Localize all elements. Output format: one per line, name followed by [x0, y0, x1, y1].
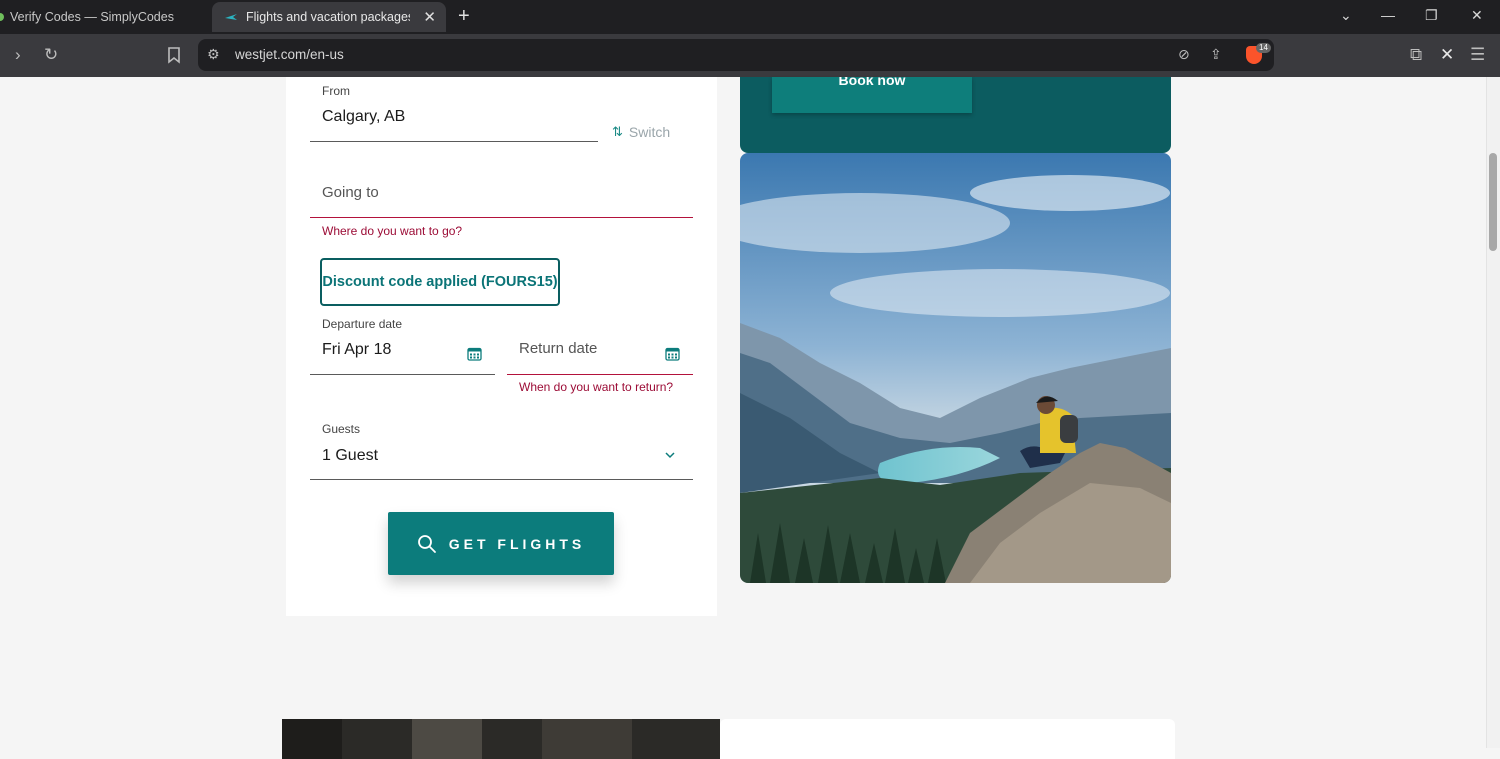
address-bar[interactable]: ⚙ westjet.com/en-us ⊘ ⇪ 14	[198, 39, 1274, 71]
from-label: From	[322, 84, 350, 98]
going-to-input[interactable]: Going to	[322, 184, 379, 201]
share-icon[interactable]: ⇪	[1210, 46, 1222, 63]
forward-icon[interactable]: ›	[15, 45, 21, 65]
browser-tab-bar: Verify Codes — SimplyCodes Flights and v…	[0, 0, 1500, 34]
tab-title: Flights and vacation packages |	[246, 10, 410, 24]
tab-title: Verify Codes — SimplyCodes	[10, 10, 174, 24]
return-underline	[507, 374, 693, 375]
restore-icon[interactable]: ❐	[1425, 7, 1438, 24]
tab-search-chevron-icon[interactable]: ⌄	[1340, 7, 1352, 24]
discount-label: Discount code applied (FOURS15)	[322, 274, 558, 290]
browser-tab-simplycodes[interactable]: Verify Codes — SimplyCodes	[0, 2, 205, 32]
close-window-icon[interactable]: ✕	[1471, 7, 1483, 24]
from-input[interactable]: Calgary, AB	[322, 108, 405, 126]
bottom-feature-photo	[282, 719, 720, 759]
new-tab-icon[interactable]: +	[458, 6, 470, 26]
switch-label: Switch	[628, 124, 671, 140]
swap-arrows-icon: ⇅	[612, 124, 623, 139]
browser-tab-westjet[interactable]: Flights and vacation packages | ✕	[212, 2, 446, 32]
shields-count-badge: 14	[1256, 43, 1271, 53]
return-date-error: When do you want to return?	[519, 380, 674, 394]
departure-underline	[310, 374, 495, 375]
return-date-input[interactable]: Return date	[519, 340, 597, 357]
url-text[interactable]: westjet.com/en-us	[235, 47, 344, 62]
extensions-icon[interactable]: ⧉	[1410, 45, 1422, 65]
hero-mountain-lake-photo	[740, 153, 1171, 583]
departure-calendar-icon[interactable]	[467, 346, 482, 361]
chevron-down-icon[interactable]	[665, 450, 675, 460]
minimize-icon[interactable]: —	[1381, 7, 1395, 23]
switch-button[interactable]: ⇅ Switch	[612, 124, 670, 140]
discount-code-button[interactable]: Discount code applied (FOURS15)	[320, 258, 560, 306]
reload-icon[interactable]: ↻	[44, 45, 58, 65]
scrollbar-thumb[interactable]	[1489, 153, 1497, 251]
bookmark-icon[interactable]	[167, 47, 181, 64]
get-flights-button[interactable]: GET FLIGHTS	[388, 512, 614, 575]
site-settings-icon[interactable]: ⚙	[207, 46, 220, 63]
guests-underline	[310, 479, 693, 480]
bottom-feature-card	[720, 719, 1175, 759]
book-now-button[interactable]: Book now	[772, 77, 972, 113]
close-tab-icon[interactable]: ✕	[423, 8, 436, 26]
departure-date-label: Departure date	[322, 317, 403, 331]
going-to-error: Where do you want to go?	[322, 224, 463, 238]
from-underline	[310, 141, 598, 142]
westjet-favicon	[225, 14, 237, 20]
guests-select[interactable]: 1 Guest	[322, 447, 378, 465]
menu-icon[interactable]: ☰	[1470, 45, 1485, 65]
browser-toolbar: › ↻ ⚙ westjet.com/en-us ⊘ ⇪ 14 ⧉ ✕ ☰	[0, 34, 1500, 77]
get-flights-label: GET FLIGHTS	[448, 535, 586, 552]
departure-date-input[interactable]: Fri Apr 18	[322, 341, 391, 359]
return-calendar-icon[interactable]	[665, 346, 680, 361]
book-now-label: Book now	[838, 77, 906, 88]
search-icon	[417, 534, 436, 553]
extension-x-icon[interactable]: ✕	[1440, 45, 1454, 65]
guests-label: Guests	[322, 422, 361, 436]
going-to-underline	[310, 217, 693, 218]
simplycodes-favicon	[0, 13, 4, 21]
reader-mode-off-icon[interactable]: ⊘	[1178, 46, 1190, 63]
